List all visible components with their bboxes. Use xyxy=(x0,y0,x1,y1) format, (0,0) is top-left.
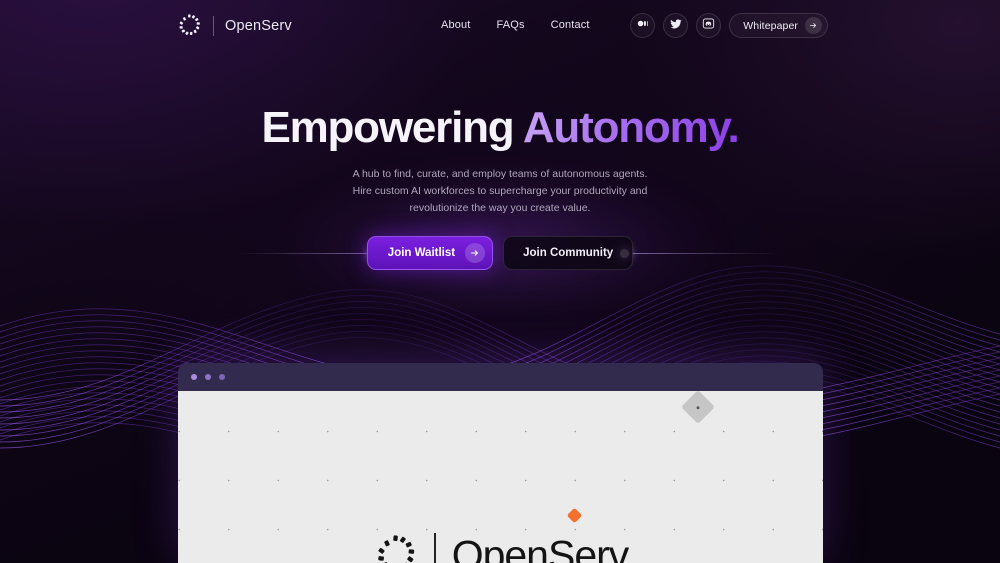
twitter-icon xyxy=(670,17,682,35)
social-link-twitter[interactable] xyxy=(663,13,689,38)
openserv-dotted-circle-icon xyxy=(372,533,418,563)
canvas-node-gray-center xyxy=(696,405,700,409)
join-community-label: Join Community xyxy=(523,247,614,259)
header-actions: Whitepaper xyxy=(630,13,828,38)
brand-logo[interactable]: OpenServ xyxy=(176,13,292,39)
headline-accent: Autonomy. xyxy=(522,103,740,152)
page-title: Empowering Autonomy. xyxy=(0,104,1000,152)
brand-divider xyxy=(213,16,214,36)
headline-lead: Empowering xyxy=(261,103,523,152)
canvas-brand-divider xyxy=(433,532,436,563)
site-header: OpenServ About FAQs Contact Whitepaper xyxy=(0,0,1000,50)
hero-cta-row: Join Waitlist Join Community xyxy=(0,236,1000,270)
nav-link-contact[interactable]: Contact xyxy=(551,19,590,31)
join-waitlist-label: Join Waitlist xyxy=(387,247,456,259)
hero-subheadline: A hub to find, curate, and employ teams … xyxy=(352,167,648,214)
whitepaper-label: Whitepaper xyxy=(743,19,798,32)
join-community-button[interactable]: Join Community xyxy=(503,236,634,270)
openserv-dotted-circle-icon xyxy=(176,13,202,39)
traffic-dot-maximize[interactable] xyxy=(219,374,225,380)
whitepaper-button[interactable]: Whitepaper xyxy=(729,13,828,38)
arrow-right-icon xyxy=(465,243,486,263)
traffic-dot-close[interactable] xyxy=(191,374,197,380)
social-link-discord[interactable] xyxy=(696,13,722,38)
nav-link-about[interactable]: About xyxy=(441,19,471,31)
medium-icon xyxy=(636,17,649,35)
social-link-medium[interactable] xyxy=(630,13,656,38)
join-waitlist-button[interactable]: Join Waitlist xyxy=(366,236,494,270)
discord-icon xyxy=(702,17,715,35)
nav-link-faqs[interactable]: FAQs xyxy=(497,19,525,31)
browser-titlebar xyxy=(178,363,823,391)
traffic-dot-minimize[interactable] xyxy=(205,374,211,380)
canvas-brand-name: OpenServ xyxy=(451,532,630,563)
canvas-brand-logo: OpenServ xyxy=(0,532,1000,563)
brand-name: OpenServ xyxy=(225,18,292,34)
arrow-right-icon xyxy=(805,17,822,34)
main-navigation: About FAQs Contact xyxy=(441,19,590,31)
